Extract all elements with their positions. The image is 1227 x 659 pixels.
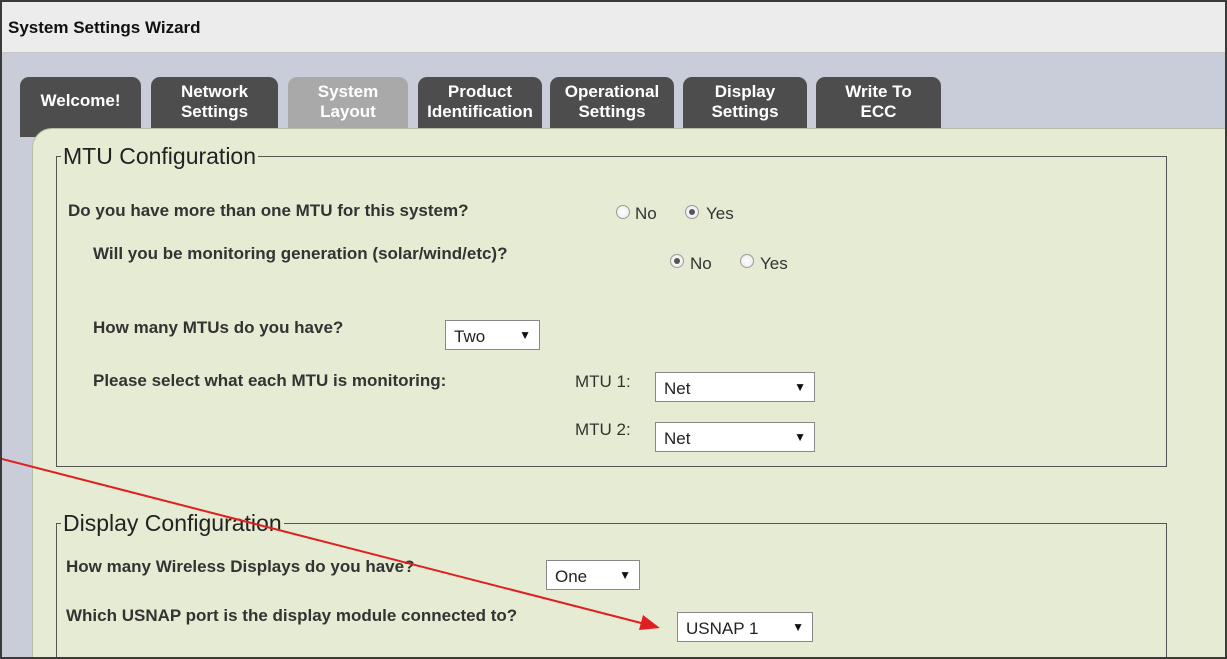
multiple-mtu-no-label: No — [635, 204, 657, 223]
mtu1-label: MTU 1: — [575, 372, 631, 391]
generation-question: Will you be monitoring generation (solar… — [93, 244, 508, 263]
chevron-down-icon: ▼ — [794, 380, 806, 394]
display-count-select[interactable]: One ▼ — [546, 560, 640, 590]
tab-label: Product Identification — [427, 82, 533, 121]
generation-yes-radio[interactable] — [740, 254, 754, 268]
tab-label: Display Settings — [711, 82, 779, 121]
mtu-configuration-group: MTU Configuration — [56, 143, 1167, 467]
tab-label: Write To ECC — [845, 82, 912, 121]
multiple-mtu-yes-label: Yes — [706, 204, 734, 223]
mtu-configuration-legend: MTU Configuration — [63, 143, 257, 169]
mtu2-select[interactable]: Net ▼ — [655, 422, 815, 452]
display-configuration-legend: Display Configuration — [63, 510, 282, 536]
usnap-port-select[interactable]: USNAP 1 ▼ — [677, 612, 813, 642]
generation-no-radio[interactable] — [670, 254, 684, 268]
chevron-down-icon: ▼ — [519, 328, 531, 342]
usnap-port-question: Which USNAP port is the display module c… — [66, 606, 518, 625]
multiple-mtu-yes-radio[interactable] — [685, 205, 699, 219]
mtu2-label: MTU 2: — [575, 420, 631, 439]
display-count-question: How many Wireless Displays do you have? — [66, 557, 415, 576]
mtu1-select[interactable]: Net ▼ — [655, 372, 815, 402]
tab-label: System Layout — [317, 82, 379, 121]
tab-label: Network Settings — [180, 82, 249, 121]
mtu2-value: Net — [664, 429, 691, 448]
multiple-mtu-no-radio[interactable] — [616, 205, 630, 219]
chevron-down-icon: ▼ — [794, 430, 806, 444]
window-title: System Settings Wizard — [8, 18, 201, 37]
mtu-count-question: How many MTUs do you have? — [93, 318, 344, 337]
usnap-port-value: USNAP 1 — [686, 619, 759, 638]
wizard-window: System Settings Wizard Welcome! Network … — [0, 0, 1227, 659]
generation-no-label: No — [690, 254, 712, 273]
display-count-value: One — [555, 567, 588, 586]
generation-yes-label: Yes — [760, 254, 788, 273]
multiple-mtu-question: Do you have more than one MTU for this s… — [68, 201, 469, 220]
mtu-monitoring-question: Please select what each MTU is monitorin… — [93, 371, 447, 390]
mtu1-value: Net — [664, 379, 691, 398]
tab-label: Operational Settings — [564, 82, 660, 121]
mtu-count-value: Two — [454, 327, 486, 346]
tab-label: Welcome! — [40, 91, 121, 110]
chevron-down-icon: ▼ — [792, 620, 804, 634]
chevron-down-icon: ▼ — [619, 568, 631, 582]
mtu-count-select[interactable]: Two ▼ — [445, 320, 540, 350]
title-bar: System Settings Wizard — [2, 2, 1225, 53]
